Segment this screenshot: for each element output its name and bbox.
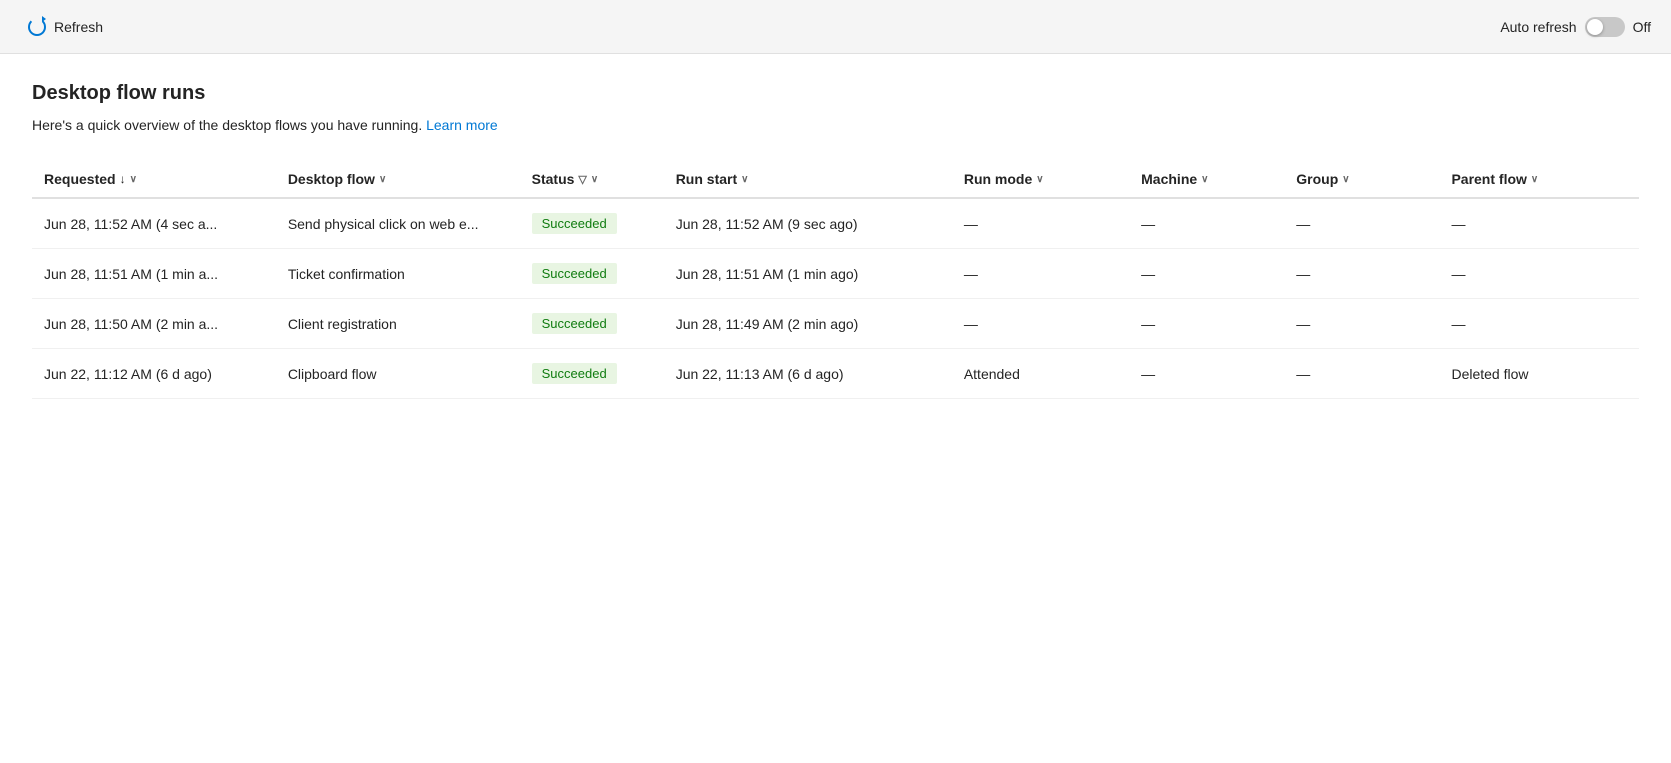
refresh-button[interactable]: Refresh [20,14,111,40]
chevron-down-icon: ∨ [591,174,598,185]
learn-more-link[interactable]: Learn more [426,117,498,133]
col-header-status[interactable]: Status ▽ ∨ [520,161,664,198]
cell-run-start: Jun 22, 11:13 AM (6 d ago) [664,349,952,399]
chevron-down-icon: ∨ [1531,174,1538,185]
cell-status: Succeeded [520,299,664,349]
chevron-down-icon: ∨ [130,174,137,185]
page-description: Here's a quick overview of the desktop f… [32,117,1639,133]
cell-machine: — [1129,299,1284,349]
cell-machine: — [1129,198,1284,249]
status-badge: Succeeded [532,313,617,334]
cell-group: — [1284,349,1439,399]
table-header-row: Requested ↓ ∨ Desktop flow ∨ Status ▽ [32,161,1639,198]
cell-requested: Jun 22, 11:12 AM (6 d ago) [32,349,276,399]
col-desktop-flow-label: Desktop flow [288,171,375,187]
chevron-down-icon: ∨ [1342,174,1349,185]
col-parent-flow-label: Parent flow [1451,171,1526,187]
cell-requested: Jun 28, 11:52 AM (4 sec a... [32,198,276,249]
refresh-label: Refresh [54,19,103,35]
col-group-label: Group [1296,171,1338,187]
col-status-label: Status [532,171,575,187]
col-header-requested[interactable]: Requested ↓ ∨ [32,161,276,198]
top-bar: Refresh Auto refresh Off [0,0,1671,54]
cell-requested: Jun 28, 11:50 AM (2 min a... [32,299,276,349]
sort-desc-icon: ↓ [120,172,126,186]
col-header-machine[interactable]: Machine ∨ [1129,161,1284,198]
chevron-down-icon: ∨ [1201,174,1208,185]
table-row[interactable]: Jun 28, 11:50 AM (2 min a... Client regi… [32,299,1639,349]
col-machine-label: Machine [1141,171,1197,187]
cell-status: Succeeded [520,349,664,399]
cell-run-mode: — [952,249,1129,299]
cell-run-mode: Attended [952,349,1129,399]
cell-parent-flow: — [1439,198,1639,249]
cell-status: Succeeded [520,249,664,299]
cell-desktop-flow: Clipboard flow [276,349,520,399]
toggle-state-label: Off [1633,19,1651,35]
cell-run-mode: — [952,299,1129,349]
chevron-down-icon: ∨ [379,174,386,185]
main-content: Desktop flow runs Here's a quick overvie… [0,54,1671,763]
auto-refresh-control: Auto refresh Off [1500,17,1651,37]
table-row[interactable]: Jun 28, 11:52 AM (4 sec a... Send physic… [32,198,1639,249]
page-title: Desktop flow runs [32,82,1639,105]
cell-desktop-flow: Send physical click on web e... [276,198,520,249]
cell-run-mode: — [952,198,1129,249]
cell-desktop-flow: Client registration [276,299,520,349]
chevron-down-icon: ∨ [741,174,748,185]
status-badge: Succeeded [532,263,617,284]
cell-requested: Jun 28, 11:51 AM (1 min a... [32,249,276,299]
description-text: Here's a quick overview of the desktop f… [32,117,422,133]
col-header-run-mode[interactable]: Run mode ∨ [952,161,1129,198]
cell-run-start: Jun 28, 11:49 AM (2 min ago) [664,299,952,349]
filter-icon: ▽ [578,173,586,186]
cell-group: — [1284,299,1439,349]
col-header-desktop-flow[interactable]: Desktop flow ∨ [276,161,520,198]
auto-refresh-toggle[interactable] [1585,17,1625,37]
cell-parent-flow: Deleted flow [1439,349,1639,399]
col-run-start-label: Run start [676,171,737,187]
col-requested-label: Requested [44,171,116,187]
table-row[interactable]: Jun 22, 11:12 AM (6 d ago) Clipboard flo… [32,349,1639,399]
auto-refresh-label: Auto refresh [1500,19,1576,35]
table-row[interactable]: Jun 28, 11:51 AM (1 min a... Ticket conf… [32,249,1639,299]
cell-machine: — [1129,349,1284,399]
cell-parent-flow: — [1439,299,1639,349]
col-run-mode-label: Run mode [964,171,1032,187]
cell-status: Succeeded [520,198,664,249]
cell-run-start: Jun 28, 11:51 AM (1 min ago) [664,249,952,299]
status-badge: Succeeded [532,363,617,384]
refresh-icon [28,18,46,36]
status-badge: Succeeded [532,213,617,234]
cell-run-start: Jun 28, 11:52 AM (9 sec ago) [664,198,952,249]
cell-group: — [1284,198,1439,249]
col-header-parent-flow[interactable]: Parent flow ∨ [1439,161,1639,198]
col-header-run-start[interactable]: Run start ∨ [664,161,952,198]
cell-machine: — [1129,249,1284,299]
chevron-down-icon: ∨ [1036,174,1043,185]
col-header-group[interactable]: Group ∨ [1284,161,1439,198]
cell-group: — [1284,249,1439,299]
flow-runs-table: Requested ↓ ∨ Desktop flow ∨ Status ▽ [32,161,1639,399]
cell-parent-flow: — [1439,249,1639,299]
cell-desktop-flow: Ticket confirmation [276,249,520,299]
